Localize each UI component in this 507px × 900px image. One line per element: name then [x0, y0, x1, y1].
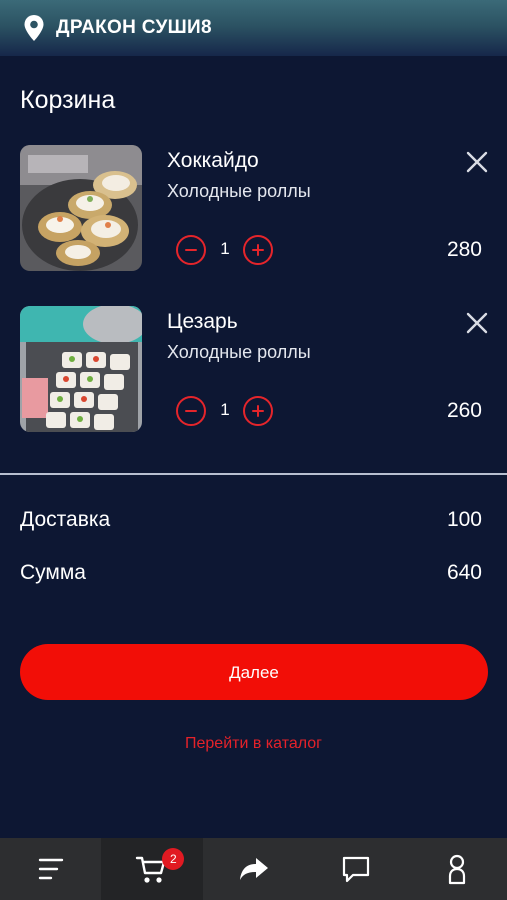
- total-value: 640: [446, 561, 482, 584]
- nav-menu[interactable]: [0, 838, 101, 900]
- increase-quantity-button[interactable]: [243, 396, 273, 426]
- menu-icon: [38, 858, 64, 880]
- product-image[interactable]: [20, 145, 142, 271]
- location-pin-icon[interactable]: [23, 14, 45, 42]
- minus-icon: [185, 249, 197, 251]
- close-icon: [466, 151, 488, 173]
- cart-count-badge: 2: [162, 848, 185, 870]
- delivery-row: Доставка 100: [20, 508, 482, 538]
- nav-chat[interactable]: [304, 838, 405, 900]
- top-bar: ДРАКОН СУШИ8: [0, 0, 507, 56]
- delivery-label: Доставка: [20, 508, 111, 531]
- brand-name[interactable]: ДРАКОН СУШИ8: [56, 17, 212, 39]
- nav-profile[interactable]: [406, 838, 507, 900]
- item-name: Цезарь: [167, 310, 238, 333]
- cart-item: Хоккайдо Холодные роллы 1 280: [0, 145, 507, 275]
- decrease-quantity-button[interactable]: [176, 235, 206, 265]
- bottom-navigation: 2: [0, 838, 507, 900]
- minus-icon: [185, 410, 197, 412]
- page-title: Корзина: [20, 86, 116, 114]
- product-image[interactable]: [20, 306, 142, 432]
- item-category: Холодные роллы: [167, 342, 311, 362]
- nav-cart[interactable]: 2: [101, 838, 203, 900]
- quantity-value: 1: [220, 239, 230, 258]
- total-row: Сумма 640: [20, 561, 482, 591]
- next-button[interactable]: Далее: [20, 644, 488, 700]
- total-label: Сумма: [20, 561, 86, 584]
- nav-share[interactable]: [203, 838, 304, 900]
- item-price: 280: [446, 238, 482, 261]
- plus-icon: [252, 244, 264, 256]
- cart-item: Цезарь Холодные роллы 1 260: [0, 306, 507, 436]
- profile-icon: [448, 854, 465, 885]
- quantity-value: 1: [220, 400, 230, 419]
- share-icon: [239, 858, 268, 880]
- increase-quantity-button[interactable]: [243, 235, 273, 265]
- remove-item-button[interactable]: [464, 149, 490, 175]
- go-to-catalog-link[interactable]: Перейти в каталог: [0, 735, 507, 753]
- item-category: Холодные роллы: [167, 181, 311, 201]
- decrease-quantity-button[interactable]: [176, 396, 206, 426]
- remove-item-button[interactable]: [464, 310, 490, 336]
- close-icon: [466, 312, 488, 334]
- delivery-value: 100: [446, 508, 482, 531]
- plus-icon: [252, 405, 264, 417]
- item-name: Хоккайдо: [167, 149, 259, 172]
- divider: [0, 473, 507, 475]
- item-price: 260: [446, 399, 482, 422]
- chat-icon: [343, 856, 370, 883]
